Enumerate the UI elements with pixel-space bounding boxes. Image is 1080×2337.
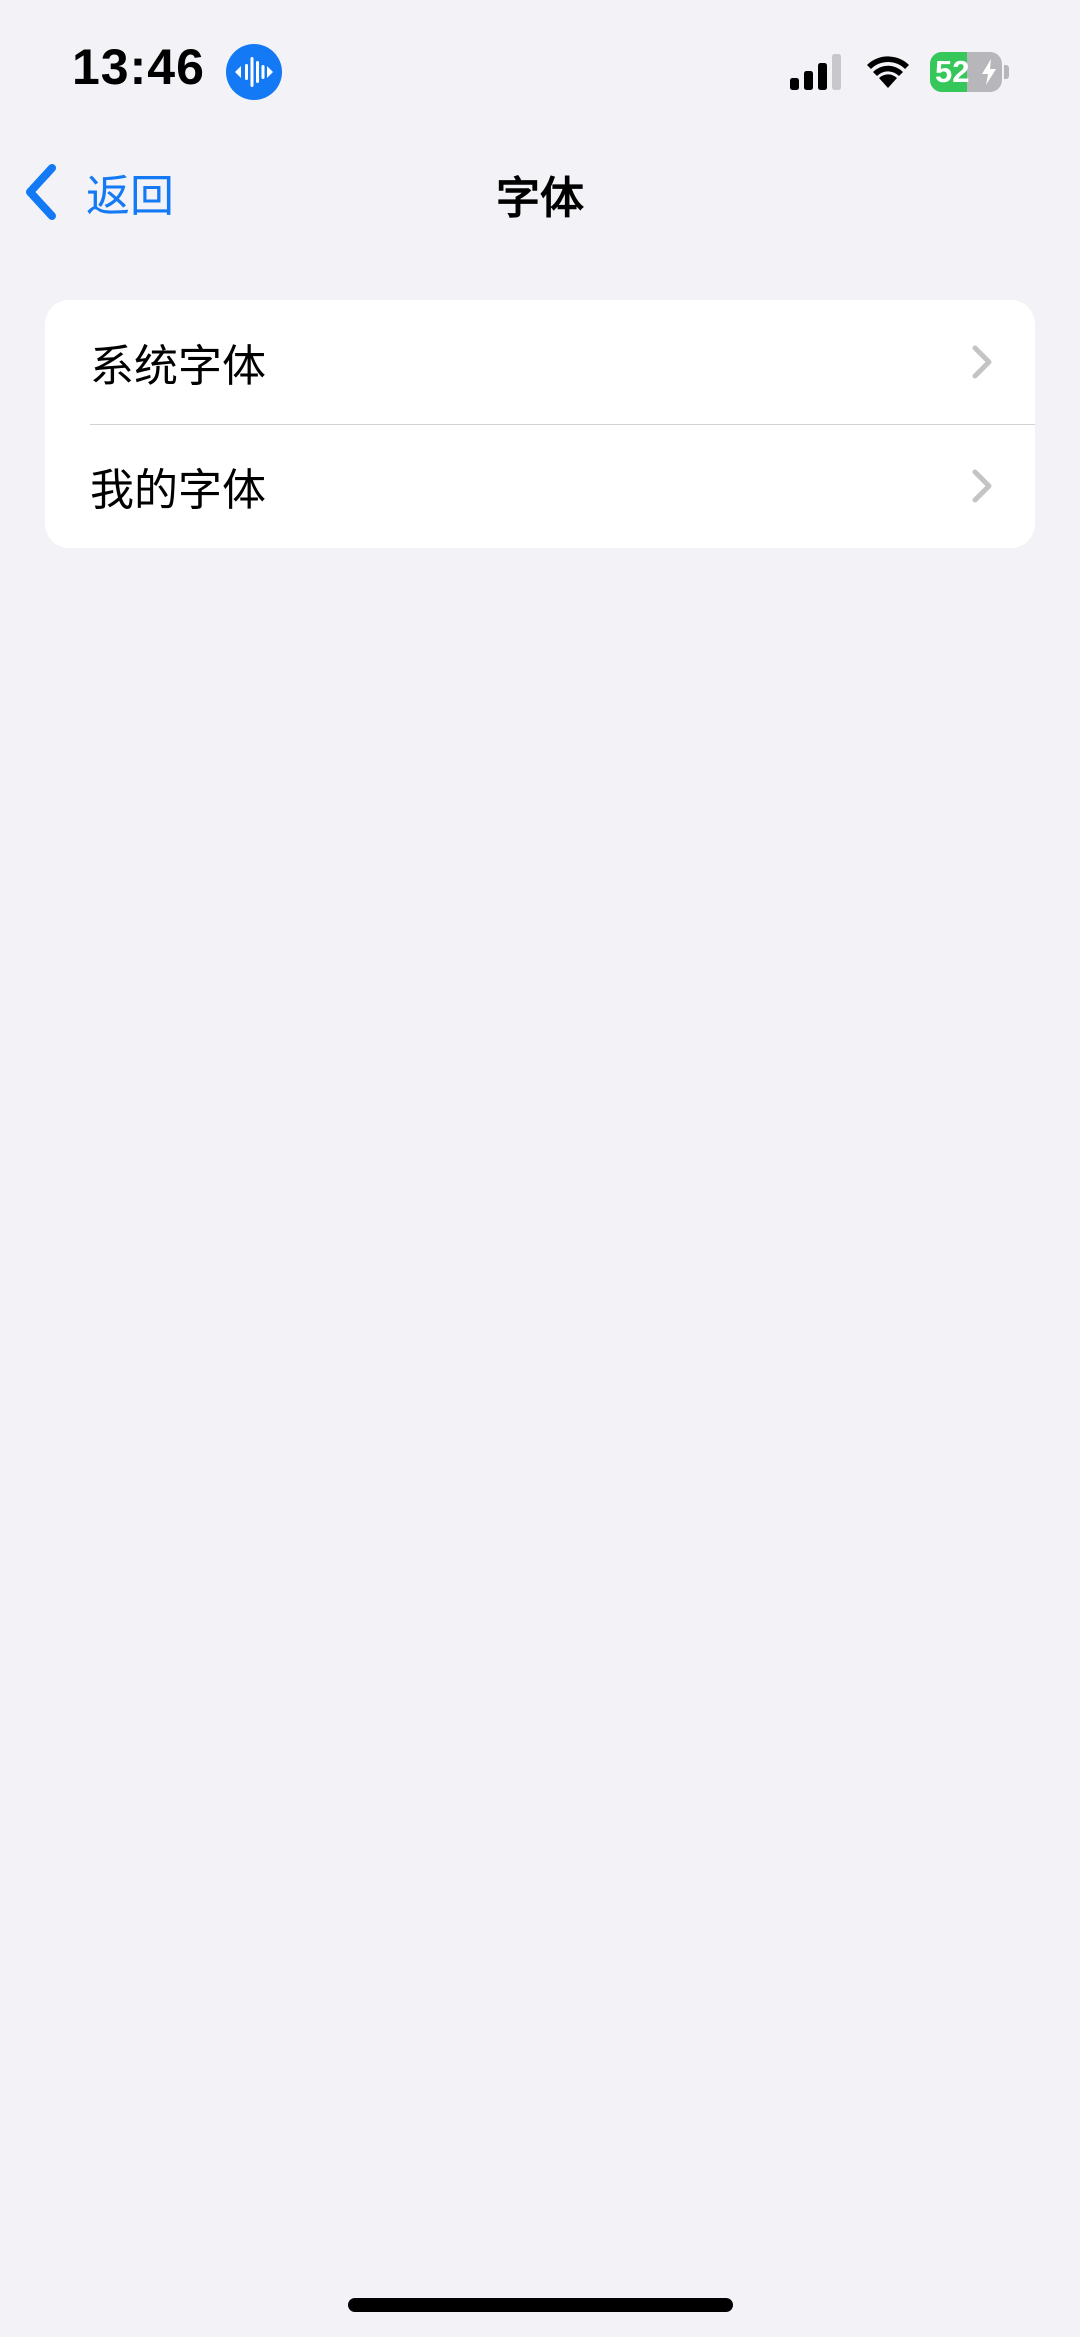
list-item-system-fonts[interactable]: 系统字体 [45, 300, 1035, 424]
list-item-my-fonts[interactable]: 我的字体 [45, 424, 1035, 548]
list-item-label: 我的字体 [90, 465, 266, 516]
chevron-right-icon [972, 469, 992, 503]
page-title: 字体 [496, 173, 584, 224]
wifi-icon [864, 52, 912, 90]
navigation-bar: 返回 字体 [0, 140, 1080, 240]
battery-icon: 52 [930, 52, 1009, 92]
screen: 13:46 52 返回 字体 系统字体 我的字体 [0, 0, 1080, 2337]
chevron-right-icon [972, 345, 992, 379]
cellular-signal-icon [790, 54, 846, 90]
home-indicator[interactable] [348, 2298, 733, 2312]
font-options-list: 系统字体 我的字体 [45, 300, 1035, 548]
status-bar: 13:46 52 [0, 0, 1080, 140]
list-item-label: 系统字体 [90, 341, 266, 392]
battery-nub [1004, 65, 1009, 79]
sound-recognition-icon [226, 44, 282, 100]
status-time: 13:46 [72, 39, 205, 95]
charging-bolt-icon [980, 59, 998, 85]
battery-level: 52 [935, 54, 970, 89]
